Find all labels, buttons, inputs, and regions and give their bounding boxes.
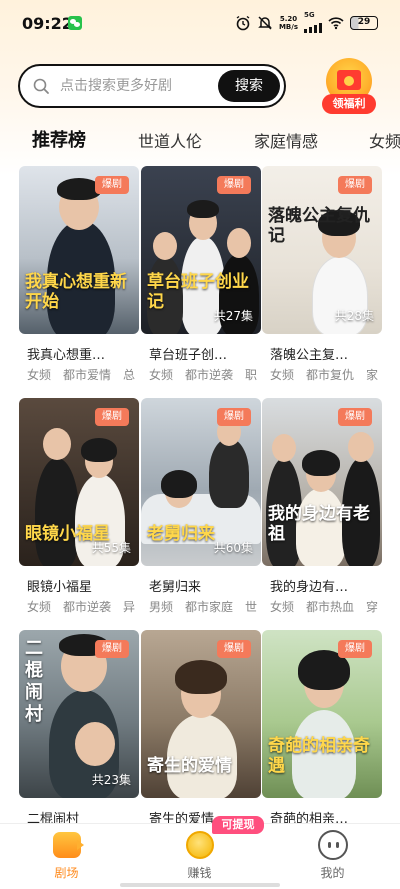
search-bar[interactable]: 搜索 [18, 64, 286, 108]
poster-title: 二棍闹村 [25, 638, 43, 725]
hot-badge: 爆剧 [217, 408, 251, 426]
tab-female[interactable]: 女频 [369, 128, 400, 152]
alarm-icon [236, 15, 250, 30]
hot-badge: 爆剧 [217, 176, 251, 194]
nav-theater[interactable]: 剧场 [0, 824, 133, 889]
drama-poster[interactable]: 爆剧 二棍闹村 共23集 [19, 630, 139, 798]
drama-title: 眼镜小福星 [27, 580, 93, 595]
bottom-nav: 剧场 可提现 赚钱 我的 [0, 816, 400, 889]
drama-tags: 男频 都市家庭世 [149, 600, 258, 614]
drama-poster[interactable]: 爆剧 寄生的爱情 [141, 630, 261, 798]
welfare-label: 领福利 [322, 94, 376, 114]
drama-poster[interactable]: 爆剧 老舅归来 共60集 [141, 398, 261, 566]
cellular-signal: 5G [304, 12, 322, 33]
search-icon [33, 78, 49, 94]
episode-count: 共28集 [334, 309, 374, 323]
poster-title: 我真心想重新开始 [25, 272, 127, 312]
battery-icon: 29 [350, 15, 378, 30]
drama-tags: 女频 都市热血穿 [270, 600, 379, 614]
hot-badge: 爆剧 [338, 640, 372, 658]
hot-badge: 爆剧 [338, 408, 372, 426]
hot-badge: 爆剧 [217, 640, 251, 658]
episode-count: 共27集 [213, 309, 253, 323]
drama-tags: 女频 都市逆袭异 [27, 600, 136, 614]
tab-recommended[interactable]: 推荐榜 [32, 126, 86, 154]
status-time: 09:22 [22, 14, 73, 33]
episode-count: 共60集 [213, 541, 253, 555]
drama-poster[interactable]: 爆剧 奇葩的相亲奇遇 [262, 630, 382, 798]
drama-title: 我的身边有… [270, 580, 349, 595]
poster-title: 奇葩的相亲奇遇 [268, 736, 370, 776]
drama-poster[interactable]: 爆剧 眼镜小福星 共55集 [19, 398, 139, 566]
drama-poster[interactable]: 爆剧 我的身边有老祖 [262, 398, 382, 566]
episode-count: 共55集 [91, 541, 131, 555]
hot-badge: 爆剧 [338, 176, 372, 194]
hot-badge: 爆剧 [95, 408, 129, 426]
drama-tags: 女频 都市爱情总 [27, 368, 136, 382]
status-bar: 09:22 5.20 MB/s 5G 29 [0, 0, 400, 48]
status-icons: 5.20 MB/s 5G 29 [235, 12, 378, 33]
drama-tags: 女频 都市逆袭职 [149, 368, 258, 382]
nav-earn[interactable]: 可提现 赚钱 [133, 816, 266, 889]
red-envelope-icon [337, 70, 361, 90]
drama-title: 我真心想重… [27, 348, 106, 363]
net-speed: 5.20 MB/s [278, 14, 298, 31]
welfare-button[interactable]: 领福利 [318, 56, 380, 118]
poster-title: 落魄公主复仇记 [268, 206, 370, 246]
poster-title: 我的身边有老祖 [268, 504, 370, 544]
coin-icon [186, 831, 214, 859]
drama-title: 落魄公主复… [270, 348, 349, 363]
category-tabs: 推荐榜 世道人伦 家庭情感 女频 [0, 126, 400, 160]
nav-label: 剧场 [54, 866, 79, 880]
drama-poster[interactable]: 爆剧 落魄公主复仇记 共28集 [262, 166, 382, 334]
poster-title: 寄生的爱情 [147, 756, 232, 776]
nav-me[interactable]: 我的 [266, 824, 399, 889]
wechat-notification-icon [68, 16, 82, 30]
drama-poster[interactable]: 爆剧 我真心想重新开始 [19, 166, 139, 334]
signal-bars-icon [304, 19, 322, 33]
tab-morality[interactable]: 世道人伦 [138, 128, 202, 152]
drama-tags: 女频 都市复仇家 [270, 368, 379, 382]
hot-badge: 爆剧 [95, 176, 129, 194]
poster-title: 草台班子创业记 [147, 272, 249, 312]
search-button[interactable]: 搜索 [218, 70, 280, 102]
mute-bell-icon [258, 15, 272, 30]
hot-badge: 爆剧 [95, 640, 129, 658]
me-icon [318, 830, 348, 860]
nav-label: 我的 [320, 866, 345, 880]
drama-title: 草台班子创… [149, 348, 228, 363]
wifi-icon [328, 16, 344, 29]
episode-count: 共23集 [91, 773, 131, 787]
drama-poster[interactable]: 爆剧 草台班子创业记 共27集 [141, 166, 261, 334]
nav-label: 赚钱 [187, 866, 212, 880]
withdraw-badge: 可提现 [212, 816, 264, 834]
home-indicator [120, 883, 280, 887]
tab-family[interactable]: 家庭情感 [254, 128, 318, 152]
drama-title: 老舅归来 [149, 580, 202, 595]
theater-icon [53, 832, 84, 858]
search-input[interactable] [60, 75, 210, 97]
